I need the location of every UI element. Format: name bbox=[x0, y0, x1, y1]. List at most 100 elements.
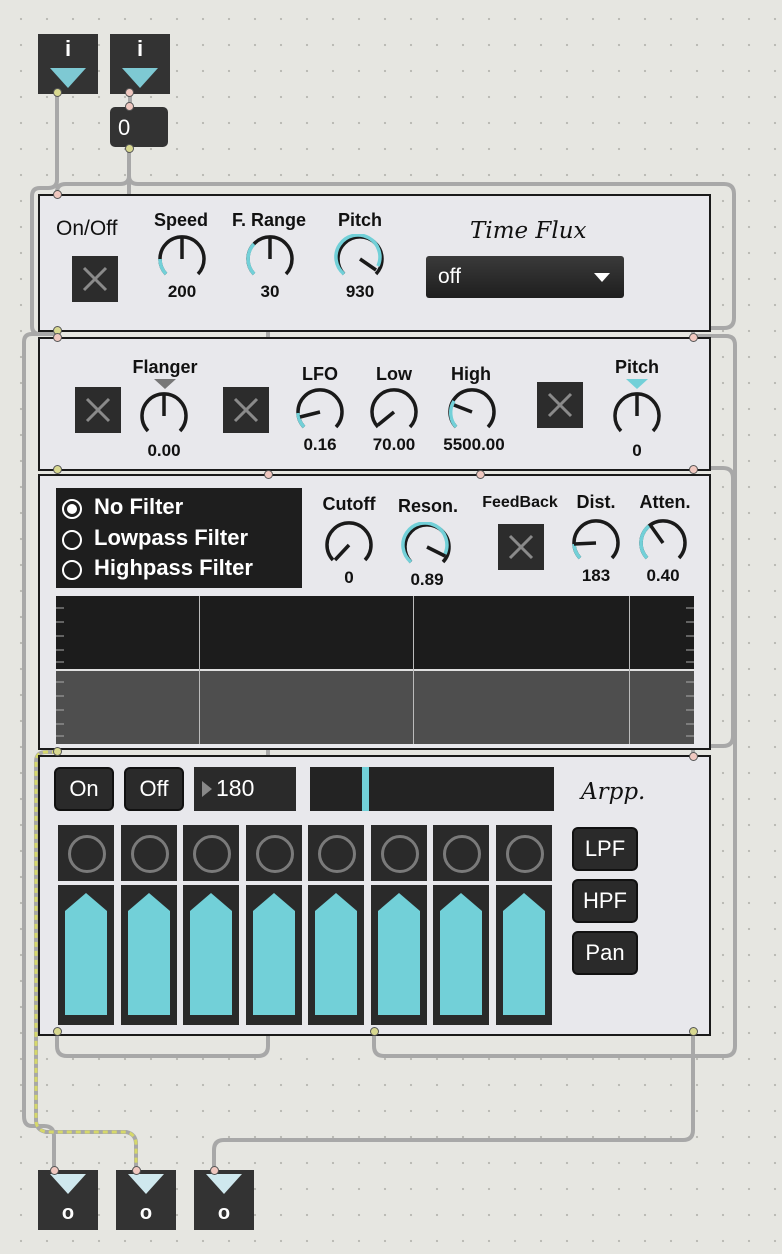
time-flux-panel: On/Off Speed 200 F. Range 30 Pitch 930 T… bbox=[38, 194, 711, 332]
step-toggle[interactable] bbox=[58, 825, 114, 881]
step-toggle[interactable] bbox=[245, 825, 302, 881]
flanger-label: Flanger bbox=[132, 357, 198, 377]
outlet-dot[interactable] bbox=[370, 1027, 379, 1036]
step-slider[interactable] bbox=[495, 885, 552, 1025]
pan-button[interactable]: Pan bbox=[572, 931, 638, 975]
outlet-dot[interactable] bbox=[125, 144, 134, 153]
step-toggle[interactable] bbox=[370, 825, 427, 881]
dist-knob[interactable] bbox=[568, 518, 624, 568]
atten-knob[interactable] bbox=[635, 518, 691, 568]
filter-graph[interactable] bbox=[56, 596, 694, 744]
speed-value: 200 bbox=[167, 282, 197, 301]
outlet-dot[interactable] bbox=[53, 747, 62, 756]
marker-triangle-icon bbox=[626, 379, 648, 389]
hpf-button[interactable]: HPF bbox=[572, 879, 638, 923]
outlet-dot[interactable] bbox=[53, 1027, 62, 1036]
inlet-dot[interactable] bbox=[689, 752, 698, 761]
flanger-value: 0.00 bbox=[147, 441, 181, 460]
step-level-fill bbox=[190, 893, 232, 1015]
cutoff-label: Cutoff bbox=[322, 494, 376, 514]
time-flux-label: Time Flux bbox=[470, 218, 587, 244]
outlet-dot[interactable] bbox=[53, 465, 62, 474]
off-button[interactable]: Off bbox=[124, 767, 184, 811]
x-icon bbox=[82, 266, 108, 292]
filter-panel: No Filter Lowpass Filter Highpass Filter… bbox=[38, 474, 711, 750]
step-toggle[interactable] bbox=[433, 825, 489, 881]
radio-label: Lowpass Filter bbox=[94, 525, 249, 550]
atten-value: 0.40 bbox=[646, 566, 680, 585]
filter-radio-group: No Filter Lowpass Filter Highpass Filter bbox=[56, 488, 302, 588]
inlet-object-1[interactable]: i bbox=[38, 34, 98, 94]
inlet-dot[interactable] bbox=[53, 333, 62, 342]
outlet-object-3[interactable]: o bbox=[194, 1170, 254, 1230]
inlet-dot[interactable] bbox=[689, 333, 698, 342]
inlet-dot[interactable] bbox=[476, 470, 485, 479]
dist-label: Dist. bbox=[576, 492, 616, 512]
inlet-dot[interactable] bbox=[132, 1166, 141, 1175]
step-slider[interactable] bbox=[183, 885, 239, 1025]
reson-knob[interactable] bbox=[399, 522, 455, 572]
step-toggle[interactable] bbox=[495, 825, 552, 881]
lfo-toggle[interactable] bbox=[223, 387, 269, 433]
inlet-dot[interactable] bbox=[264, 470, 273, 479]
outlet-object-1[interactable]: o bbox=[38, 1170, 98, 1230]
high-knob[interactable] bbox=[444, 387, 500, 437]
feedback-toggle[interactable] bbox=[498, 524, 544, 570]
low-value: 70.00 bbox=[372, 435, 416, 454]
on-button[interactable]: On bbox=[54, 767, 114, 811]
outlet-dot[interactable] bbox=[53, 88, 62, 97]
pitch2-knob[interactable] bbox=[609, 391, 665, 441]
circle-icon bbox=[68, 835, 106, 873]
pitch1-knob[interactable] bbox=[332, 234, 388, 284]
pitch1-value: 930 bbox=[345, 282, 375, 301]
step-slider[interactable] bbox=[245, 885, 302, 1025]
inlet-dot[interactable] bbox=[210, 1166, 219, 1175]
time-flux-dropdown[interactable]: off bbox=[426, 256, 624, 298]
lfo-label: LFO bbox=[302, 364, 338, 384]
radio-unselected-icon bbox=[62, 530, 82, 550]
cutoff-knob[interactable] bbox=[321, 520, 377, 570]
atten-label: Atten. bbox=[639, 492, 691, 512]
frange-knob[interactable] bbox=[242, 234, 298, 284]
flanger-knob[interactable] bbox=[136, 391, 192, 441]
outlet-dot[interactable] bbox=[689, 1027, 698, 1036]
circle-icon bbox=[505, 835, 544, 873]
outlet-dot[interactable] bbox=[125, 88, 134, 97]
onoff-toggle[interactable] bbox=[72, 256, 118, 302]
x-icon bbox=[233, 397, 259, 423]
inlet-dot[interactable] bbox=[689, 465, 698, 474]
marker-triangle-icon bbox=[154, 379, 176, 389]
lpf-button[interactable]: LPF bbox=[572, 827, 638, 871]
outlet-label: o bbox=[61, 1202, 75, 1224]
step-slider[interactable] bbox=[370, 885, 427, 1025]
inlet-object-2[interactable]: i bbox=[110, 34, 170, 94]
number-value: 0 bbox=[118, 115, 131, 140]
x-icon bbox=[85, 397, 111, 423]
number-box[interactable]: 0 bbox=[110, 107, 168, 147]
lfo-knob[interactable] bbox=[292, 387, 348, 437]
outlet-object-2[interactable]: o bbox=[116, 1170, 176, 1230]
step-slider[interactable] bbox=[120, 885, 177, 1025]
flanger-toggle[interactable] bbox=[75, 387, 121, 433]
dist-value: 183 bbox=[581, 566, 611, 585]
step-position-slider[interactable] bbox=[310, 767, 554, 811]
flanger-panel: Flanger 0.00 LFO 0.16 Low 70.00 High 550… bbox=[38, 337, 711, 471]
outlet-label: o bbox=[217, 1202, 231, 1224]
pitch2-toggle[interactable] bbox=[537, 382, 583, 428]
step-slider[interactable] bbox=[433, 885, 489, 1025]
step-toggle[interactable] bbox=[120, 825, 177, 881]
play-triangle-icon bbox=[202, 781, 212, 797]
tempo-number-box[interactable]: 180 bbox=[194, 767, 296, 811]
low-knob[interactable] bbox=[366, 387, 422, 437]
step-slider[interactable] bbox=[308, 885, 364, 1025]
radio-label: No Filter bbox=[94, 494, 184, 519]
step-toggle[interactable] bbox=[308, 825, 364, 881]
radio-label: Highpass Filter bbox=[94, 555, 253, 580]
inlet-dot[interactable] bbox=[50, 1166, 59, 1175]
position-indicator bbox=[362, 767, 369, 811]
inlet-dot[interactable] bbox=[53, 190, 62, 199]
speed-knob[interactable] bbox=[154, 234, 210, 284]
step-toggle[interactable] bbox=[183, 825, 239, 881]
inlet-dot[interactable] bbox=[125, 102, 134, 111]
step-slider[interactable] bbox=[58, 885, 114, 1025]
